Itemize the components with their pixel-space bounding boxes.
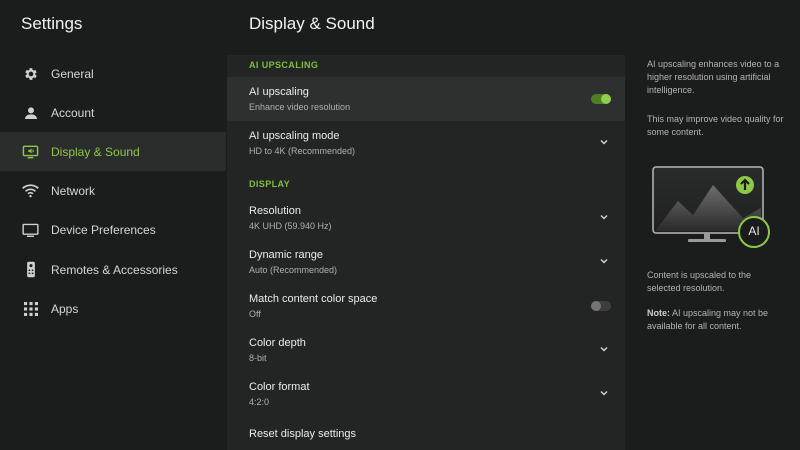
sidebar-item-label: Apps <box>51 301 79 316</box>
section-header-ai-upscaling: AI UPSCALING <box>249 60 319 70</box>
sidebar-item-label: Display & Sound <box>51 144 140 159</box>
setting-subtitle: Auto (Recommended) <box>249 265 338 275</box>
sidebar-item-label: Network <box>51 183 96 198</box>
sidebar-item-apps[interactable]: Apps <box>0 289 226 328</box>
setting-color-format[interactable]: Color format 4:2:0 <box>227 372 625 416</box>
sidebar-item-general[interactable]: General <box>0 54 226 93</box>
display-sound-icon <box>22 143 39 160</box>
ai-badge-label: AI <box>748 224 760 238</box>
setting-subtitle: Enhance video resolution <box>249 102 351 112</box>
gear-icon <box>22 65 39 82</box>
reset-display-settings-button[interactable]: Reset display settings <box>227 418 625 450</box>
setting-title: Dynamic range <box>249 249 323 261</box>
sidebar-item-label: Device Preferences <box>51 222 156 237</box>
settings-app: Settings General Account Display & Sound… <box>0 0 800 450</box>
setting-title: AI upscaling mode <box>249 130 340 142</box>
remote-icon <box>22 261 39 278</box>
sidebar: Settings General Account Display & Sound… <box>0 0 226 450</box>
sidebar-item-account[interactable]: Account <box>0 93 226 132</box>
sidebar-item-label: Remotes & Accessories <box>51 262 178 277</box>
sidebar-item-display-sound[interactable]: Display & Sound <box>0 132 226 171</box>
sidebar-item-remotes-accessories[interactable]: Remotes & Accessories <box>0 250 226 289</box>
apps-grid-icon <box>22 300 39 317</box>
setting-subtitle: HD to 4K (Recommended) <box>249 146 356 156</box>
setting-color-depth[interactable]: Color depth 8-bit <box>227 328 625 372</box>
setting-subtitle: 4K UHD (59.940 Hz) <box>249 221 332 231</box>
setting-title: AI upscaling <box>249 86 309 98</box>
setting-title: Color format <box>249 381 310 393</box>
chevron-down-icon <box>600 214 608 220</box>
setting-subtitle: 8-bit <box>249 353 267 363</box>
setting-title: Color depth <box>249 337 306 349</box>
setting-title: Resolution <box>249 205 301 217</box>
setting-subtitle: 4:2:0 <box>249 397 270 407</box>
sidebar-item-device-preferences[interactable]: Device Preferences <box>0 210 226 249</box>
sidebar-item-label: General <box>51 66 94 81</box>
info-upscale-note: Content is upscaled to the selected reso… <box>647 270 752 293</box>
chevron-down-icon <box>600 258 608 264</box>
page-title: Display & Sound <box>249 14 375 33</box>
sidebar-item-network[interactable]: Network <box>0 171 226 210</box>
person-icon <box>22 104 39 121</box>
info-description: AI upscaling enhances video to a higher … <box>647 59 780 95</box>
chevron-down-icon <box>600 139 608 145</box>
sidebar-item-label: Account <box>51 105 95 120</box>
chevron-down-icon <box>600 390 608 396</box>
ai-upscaling-toggle[interactable] <box>591 94 611 104</box>
toggle-knob <box>591 301 601 311</box>
setting-match-color-space[interactable]: Match content color space Off <box>227 284 625 328</box>
setting-subtitle: Off <box>249 309 261 319</box>
match-color-space-toggle[interactable] <box>591 301 611 311</box>
section-header-display: DISPLAY <box>249 179 290 189</box>
info-quality-note: This may improve video quality for some … <box>647 114 784 137</box>
setting-ai-upscaling-mode[interactable]: AI upscaling mode HD to 4K (Recommended) <box>227 121 625 165</box>
setting-title: Match content color space <box>249 293 378 305</box>
info-availability-note: Note: AI upscaling may not be available … <box>647 307 787 333</box>
setting-ai-upscaling[interactable]: AI upscaling Enhance video resolution <box>227 77 625 121</box>
note-label: Note: <box>647 308 670 318</box>
setting-resolution[interactable]: Resolution 4K UHD (59.940 Hz) <box>227 196 625 240</box>
setting-title: Reset display settings <box>249 428 356 440</box>
setting-dynamic-range[interactable]: Dynamic range Auto (Recommended) <box>227 240 625 284</box>
chevron-down-icon <box>600 346 608 352</box>
monitor-icon <box>22 221 39 238</box>
toggle-knob <box>601 94 611 104</box>
wifi-icon <box>22 182 39 199</box>
sidebar-title: Settings <box>21 14 83 33</box>
